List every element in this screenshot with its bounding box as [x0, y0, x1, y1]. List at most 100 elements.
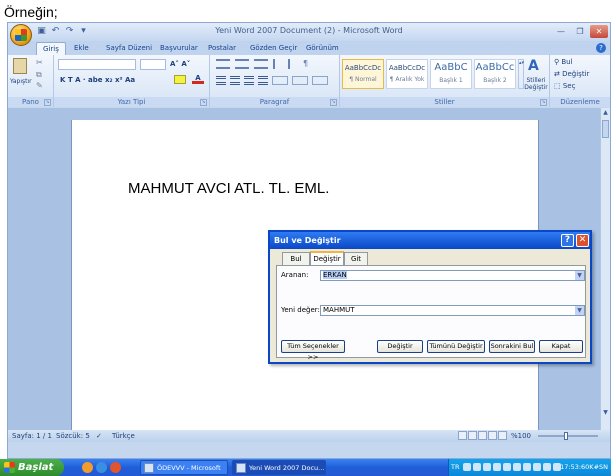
chevron-down-icon[interactable]: ▼	[575, 306, 584, 315]
style-normal[interactable]: AaBbCcDc ¶ Normal	[342, 59, 384, 89]
align-right-icon[interactable]	[244, 76, 254, 85]
font-format-tools[interactable]: K T A · abe x₂ x² Aa	[60, 75, 135, 86]
volume-icon[interactable]	[473, 463, 481, 471]
dialog-launcher-icon[interactable]: ↘	[200, 99, 207, 106]
start-button[interactable]: Başlat	[0, 459, 64, 476]
zoom-level[interactable]: %100	[511, 430, 531, 442]
find-input[interactable]: ERKAN ▼	[320, 270, 585, 281]
battery-icon[interactable]	[543, 463, 551, 471]
style-heading-2[interactable]: AaBbCc Başlık 2	[474, 59, 516, 89]
font-size-select[interactable]	[140, 59, 166, 70]
line-spacing-icon[interactable]	[272, 76, 288, 85]
vertical-scrollbar[interactable]: ▲ ▼	[600, 108, 610, 430]
grow-shrink-font[interactable]: A˄ A˅	[170, 59, 190, 70]
dialog-launcher-icon[interactable]: ↘	[44, 99, 51, 106]
network-icon[interactable]	[463, 463, 471, 471]
scroll-thumb[interactable]	[602, 120, 609, 138]
tab-giris[interactable]: Giriş	[36, 42, 66, 55]
outline-icon[interactable]	[488, 431, 497, 440]
dialog-close-icon[interactable]: ✕	[576, 234, 589, 247]
find-button[interactable]: ⚲ Bul	[554, 58, 573, 66]
help-icon[interactable]: ?	[596, 43, 606, 53]
dialog-help-icon[interactable]: ?	[561, 234, 574, 247]
tray-language[interactable]: TR	[451, 459, 460, 476]
paste-label[interactable]: Yapıştır	[10, 78, 32, 85]
status-bar: Sayfa: 1 / 1 Sözcük: 5 ✓ Türkçe %100	[8, 430, 610, 442]
firefox-icon[interactable]	[82, 462, 93, 473]
dialog-tab-goto[interactable]: Git	[344, 252, 368, 265]
status-page[interactable]: Sayfa: 1 / 1	[12, 430, 52, 442]
font-color-icon[interactable]: A	[192, 75, 204, 84]
replace-all-button[interactable]: Tümünü Değiştir	[427, 340, 485, 353]
replace-button[interactable]: ⇄ Değiştir	[554, 70, 589, 78]
dialog-launcher-icon[interactable]: ↘	[330, 99, 337, 106]
ie-icon[interactable]	[96, 462, 107, 473]
document-text[interactable]: MAHMUT AVCI ATL. TL. EML.	[128, 180, 329, 197]
chevron-down-icon[interactable]: ▼	[575, 271, 584, 280]
copy-icon[interactable]: ⧉	[36, 70, 42, 80]
antivirus-icon[interactable]	[483, 463, 491, 471]
font-name-select[interactable]	[58, 59, 136, 70]
close-icon[interactable]: ✕	[590, 25, 608, 38]
change-styles-icon[interactable]: A	[528, 58, 539, 74]
highlight-icon[interactable]	[174, 75, 186, 84]
align-left-icon[interactable]	[216, 76, 226, 85]
select-button[interactable]: ⬚ Seç	[554, 82, 575, 90]
find-next-button[interactable]: Sonrakini Bul	[489, 340, 535, 353]
tab-ekle[interactable]: Ekle	[68, 42, 95, 55]
numbering-icon[interactable]	[235, 59, 249, 69]
tab-gozden-gecir[interactable]: Gözden Geçir	[244, 42, 303, 55]
style-no-spacing[interactable]: AaBbCcDc ¶ Aralık Yok	[386, 59, 428, 89]
bullets-icon[interactable]	[216, 59, 230, 69]
cut-icon[interactable]: ✂	[36, 58, 43, 67]
task-word-doc[interactable]: Yeni Word 2007 Docu...	[232, 460, 326, 475]
status-words[interactable]: Sözcük: 5	[56, 430, 90, 442]
sort-icon[interactable]	[288, 59, 298, 69]
office-button[interactable]	[10, 24, 32, 46]
minimize-icon[interactable]: —	[552, 25, 570, 38]
proofing-icon[interactable]: ✓	[96, 430, 102, 442]
replace-label: Değiştir	[562, 70, 590, 78]
usb-icon[interactable]	[523, 463, 531, 471]
change-styles-button[interactable]: Stilleri Değiştir	[524, 77, 548, 91]
indent-icon[interactable]	[273, 59, 283, 69]
status-language[interactable]: Türkçe	[112, 430, 135, 442]
tab-postalar[interactable]: Postalar	[202, 42, 242, 55]
draft-icon[interactable]	[498, 431, 507, 440]
tab-sayfa-duzeni[interactable]: Sayfa Düzeni	[100, 42, 158, 55]
zoom-slider[interactable]	[538, 432, 598, 440]
task-odevvv[interactable]: ÖDEVVV - Microsoft ...	[140, 460, 228, 475]
web-layout-icon[interactable]	[478, 431, 487, 440]
pilcrow-icon[interactable]: ¶	[303, 59, 311, 69]
scroll-up-icon[interactable]: ▲	[601, 108, 610, 117]
borders-icon[interactable]	[312, 76, 328, 85]
print-layout-icon[interactable]	[458, 431, 467, 440]
style-heading-1[interactable]: AaBbC Başlık 1	[430, 59, 472, 89]
justify-icon[interactable]	[258, 76, 268, 85]
paste-icon[interactable]	[13, 58, 27, 74]
dialog-launcher-icon[interactable]: ↘	[540, 99, 547, 106]
multilevel-icon[interactable]	[254, 59, 268, 69]
tab-gorunum[interactable]: Görünüm	[300, 42, 345, 55]
maximize-icon[interactable]: ❐	[571, 25, 589, 38]
tab-basvurular[interactable]: Başvurular	[154, 42, 204, 55]
full-screen-icon[interactable]	[468, 431, 477, 440]
align-center-icon[interactable]	[230, 76, 240, 85]
shading-icon[interactable]	[292, 76, 308, 85]
replace-button[interactable]: Değiştir	[377, 340, 423, 353]
replace-input[interactable]: MAHMUT ▼	[320, 305, 585, 316]
security-icon[interactable]	[513, 463, 521, 471]
messenger-icon[interactable]	[503, 463, 511, 471]
close-button[interactable]: Kapat	[539, 340, 583, 353]
more-options-button[interactable]: Tüm Seçenekler >>	[281, 340, 345, 361]
group-paragraph: ¶ Paragraf ↘	[210, 55, 340, 107]
update-icon[interactable]	[493, 463, 501, 471]
zoom-knob[interactable]	[564, 432, 568, 440]
format-painter-icon[interactable]: ✎	[36, 81, 43, 90]
scroll-down-icon[interactable]: ▼	[601, 408, 610, 417]
dialog-tab-find[interactable]: Bul	[282, 252, 310, 265]
display-icon[interactable]	[533, 463, 541, 471]
dialog-tab-replace[interactable]: Değiştir	[310, 251, 344, 265]
tray-clock[interactable]: 17:53:60K#SN	[560, 459, 608, 476]
media-icon[interactable]	[110, 462, 121, 473]
